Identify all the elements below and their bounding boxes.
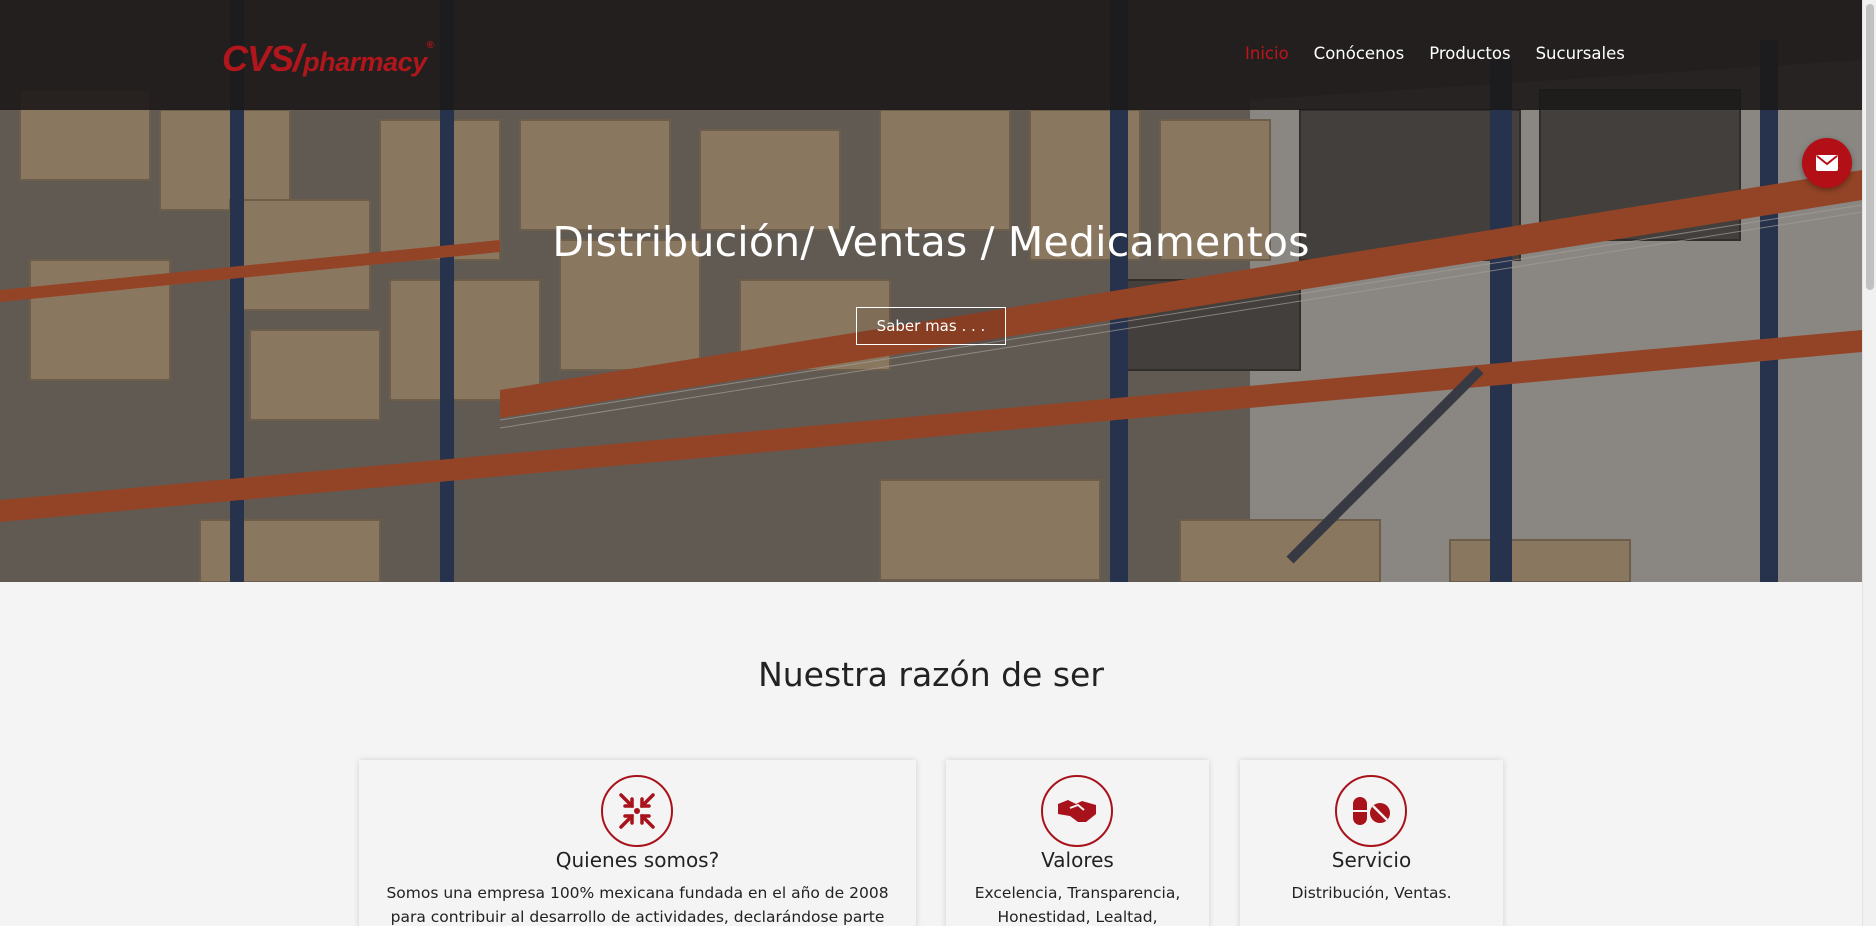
card-valores: Valores Excelencia, Transparencia, Hones… [946,760,1209,926]
scrollbar-thumb[interactable] [1866,4,1874,290]
logo-cvs-text: CVS [222,38,294,79]
nav-link-sucursales[interactable]: Sucursales [1536,44,1625,63]
card-servicio: Servicio Distribución, Ventas. [1240,760,1503,926]
card-title: Quienes somos? [555,848,720,872]
logo-registered-mark: ® [426,40,434,51]
logo-slash: / [293,38,304,80]
main-nav: Inicio Conócenos Productos Sucursales [1245,44,1625,63]
card-title: Valores [1041,848,1114,872]
card-text: Excelencia, Transparencia, Honestidad, L… [974,884,1181,926]
contact-mail-button[interactable] [1802,138,1852,188]
nav-link-conocenos[interactable]: Conócenos [1314,44,1405,63]
compress-arrows-icon [601,775,673,847]
envelope-icon [1816,155,1838,171]
nav-link-inicio[interactable]: Inicio [1245,44,1289,63]
pills-icon [1335,775,1407,847]
top-navbar: CVS/pharmacy® Inicio Conócenos Productos… [0,0,1862,110]
card-text: Somos una empresa 100% mexicana fundada … [386,884,889,926]
nav-link-productos[interactable]: Productos [1429,44,1510,63]
logo-pharmacy-text: pharmacy [303,47,427,77]
handshake-icon [1041,775,1113,847]
card-title: Servicio [1331,848,1412,872]
learn-more-button[interactable]: Saber mas . . . [856,307,1006,345]
hero-title: Distribución/ Ventas / Medicamentos [552,218,1310,266]
card-quienes-somos: Quienes somos? Somos una empresa 100% me… [359,760,916,926]
section-title: Nuestra razón de ser [758,655,1104,694]
cvs-pharmacy-logo[interactable]: CVS/pharmacy® [222,38,434,81]
page-scrollbar[interactable] [1862,0,1876,926]
card-text: Distribución, Ventas. [1291,884,1452,902]
